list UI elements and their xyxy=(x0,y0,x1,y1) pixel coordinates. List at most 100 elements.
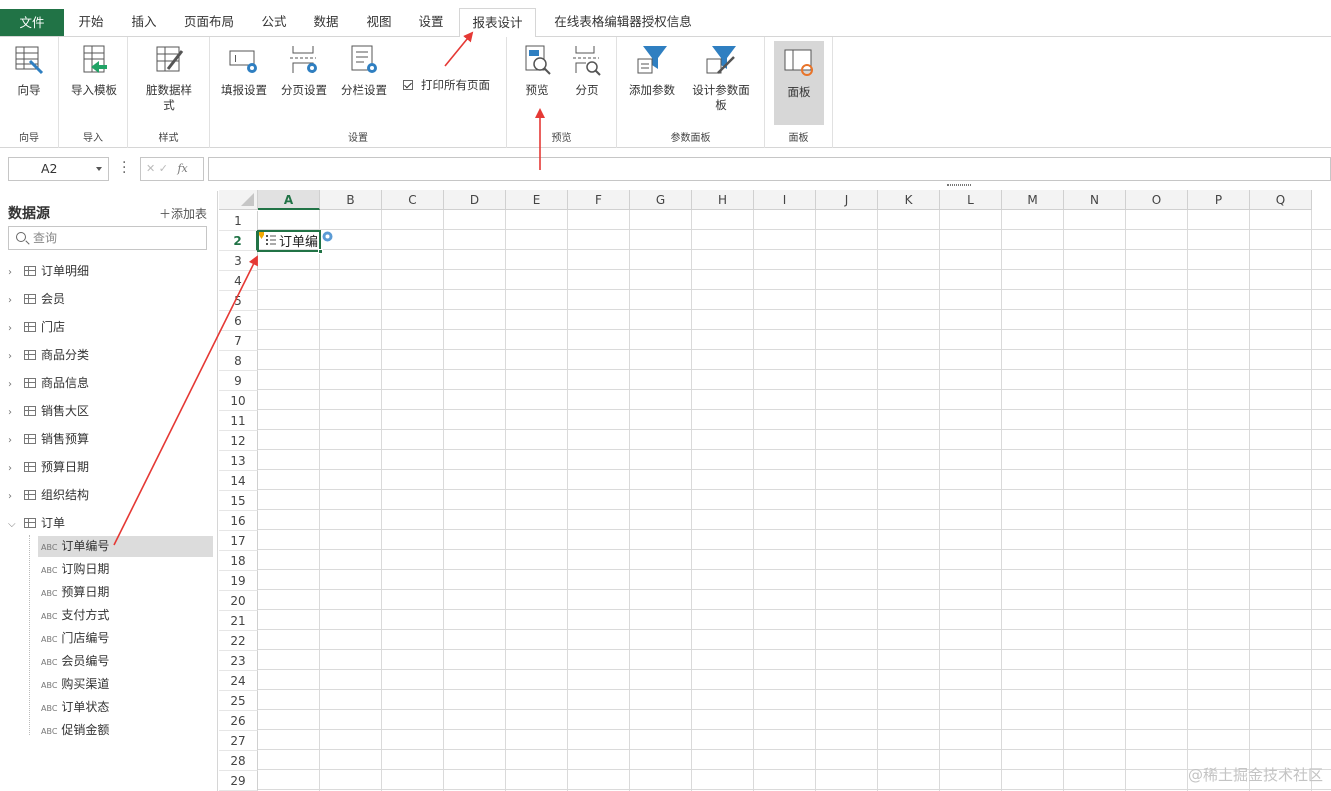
row-header[interactable]: 20 xyxy=(219,591,258,611)
field-item[interactable]: ABC 订购日期 xyxy=(38,559,213,580)
table-item[interactable]: › 订单明细 xyxy=(8,260,89,282)
column-header[interactable]: K xyxy=(878,190,940,210)
row-header[interactable]: 16 xyxy=(219,511,258,531)
design-param-panel-button[interactable]: 设计参数面板 xyxy=(687,43,755,113)
row-header[interactable]: 29 xyxy=(219,771,258,791)
name-box[interactable]: A2 xyxy=(8,157,109,181)
column-settings-button[interactable]: 分栏设置 xyxy=(336,43,392,98)
add-table-button[interactable]: ＋添加表 xyxy=(159,205,207,222)
spreadsheet-grid[interactable]: ABCDEFGHIJKLMNOPQ 1 2 3 4 5 6 7 8 9 10 11 12 13 14 15 1… xyxy=(219,190,1331,791)
field-item[interactable]: ABC 门店编号 xyxy=(38,628,213,649)
row-header[interactable]: 4 xyxy=(219,271,258,291)
wizard-button[interactable]: 向导 xyxy=(8,43,50,98)
tab-insert[interactable]: 插入 xyxy=(121,8,167,37)
row-header[interactable]: 22 xyxy=(219,631,258,651)
column-header[interactable]: Q xyxy=(1250,190,1312,210)
row-header[interactable]: 21 xyxy=(219,611,258,631)
table-item[interactable]: › 预算日期 xyxy=(8,456,89,478)
fill-handle[interactable] xyxy=(318,249,323,254)
row-header[interactable]: 13 xyxy=(219,451,258,471)
column-header[interactable]: M xyxy=(1002,190,1064,210)
tab-report-design[interactable]: 报表设计 xyxy=(459,8,536,38)
column-header[interactable]: L xyxy=(940,190,1002,210)
column-header[interactable]: O xyxy=(1126,190,1188,210)
table-item[interactable]: › 门店 xyxy=(8,316,65,338)
column-header[interactable]: I xyxy=(754,190,816,210)
column-header[interactable]: B xyxy=(320,190,382,210)
row-header[interactable]: 26 xyxy=(219,711,258,731)
import-template-button[interactable]: 导入模板 xyxy=(68,43,120,98)
field-item[interactable]: ABC 会员编号 xyxy=(38,651,213,672)
fill-settings-button[interactable]: I 填报设置 xyxy=(216,43,272,98)
column-header[interactable]: D xyxy=(444,190,506,210)
chevron-right-icon[interactable]: › xyxy=(8,402,20,424)
column-header[interactable]: E xyxy=(506,190,568,210)
tab-page-layout[interactable]: 页面布局 xyxy=(174,8,244,37)
field-item[interactable]: ABC 订单编号 xyxy=(38,536,213,557)
dirty-style-button[interactable]: 脏数据样式 xyxy=(142,43,196,113)
row-header[interactable]: 11 xyxy=(219,411,258,431)
tab-license-info[interactable]: 在线表格编辑器授权信息 xyxy=(544,8,702,37)
paging-settings-button[interactable]: 分页设置 xyxy=(276,43,332,98)
row-header[interactable]: 2 xyxy=(219,231,258,251)
cell-gear-icon[interactable] xyxy=(321,230,334,243)
field-item[interactable]: ABC 购买渠道 xyxy=(38,674,213,695)
paging-button[interactable]: 分页 xyxy=(565,43,609,98)
field-item[interactable]: ABC 预算日期 xyxy=(38,582,213,603)
row-header[interactable]: 12 xyxy=(219,431,258,451)
chevron-right-icon[interactable]: › xyxy=(8,486,20,508)
row-header[interactable]: 19 xyxy=(219,571,258,591)
tab-home[interactable]: 开始 xyxy=(68,8,114,37)
chevron-down-icon[interactable] xyxy=(96,167,102,171)
row-header[interactable]: 17 xyxy=(219,531,258,551)
column-header[interactable]: N xyxy=(1064,190,1126,210)
table-item[interactable]: › 销售预算 xyxy=(8,428,89,450)
row-header[interactable]: 6 xyxy=(219,311,258,331)
table-item[interactable]: › 商品分类 xyxy=(8,344,89,366)
chevron-right-icon[interactable]: › xyxy=(8,458,20,480)
row-header[interactable]: 7 xyxy=(219,331,258,351)
field-item[interactable]: ABC 订单状态 xyxy=(38,697,213,718)
table-item[interactable]: › 商品信息 xyxy=(8,372,89,394)
chevron-down-icon[interactable]: ⌵ xyxy=(8,514,20,536)
datasource-search-input[interactable]: 查询 xyxy=(8,226,207,250)
field-item[interactable]: ABC 促销金额 xyxy=(38,720,213,741)
fx-icon[interactable]: fx xyxy=(177,162,187,175)
resize-grip-icon[interactable] xyxy=(947,184,971,186)
chevron-right-icon[interactable]: › xyxy=(8,262,20,284)
row-header[interactable]: 23 xyxy=(219,651,258,671)
more-vertical-icon[interactable]: · · · xyxy=(122,156,126,180)
chevron-right-icon[interactable]: › xyxy=(8,318,20,340)
column-header[interactable]: P xyxy=(1188,190,1250,210)
row-header[interactable]: 1 xyxy=(219,211,258,231)
tab-formula[interactable]: 公式 xyxy=(251,8,297,37)
select-all-corner[interactable] xyxy=(219,190,258,210)
row-header[interactable]: 5 xyxy=(219,291,258,311)
add-param-button[interactable]: 添加参数 xyxy=(625,43,679,98)
table-item[interactable]: › 组织结构 xyxy=(8,484,89,506)
formula-input[interactable] xyxy=(208,157,1331,181)
column-header[interactable]: F xyxy=(568,190,630,210)
column-header[interactable]: C xyxy=(382,190,444,210)
chevron-right-icon[interactable]: › xyxy=(8,290,20,312)
column-header[interactable]: G xyxy=(630,190,692,210)
table-item[interactable]: › 销售大区 xyxy=(8,400,89,422)
row-header[interactable]: 9 xyxy=(219,371,258,391)
row-header[interactable]: 25 xyxy=(219,691,258,711)
tab-file[interactable]: 文件 xyxy=(0,9,64,36)
table-item[interactable]: ⌵ 订单 xyxy=(8,512,65,534)
row-header[interactable]: 14 xyxy=(219,471,258,491)
row-header[interactable]: 24 xyxy=(219,671,258,691)
print-all-pages-checkbox[interactable]: 打印所有页面 xyxy=(403,77,490,93)
row-header[interactable]: 28 xyxy=(219,751,258,771)
column-header[interactable]: A xyxy=(258,190,320,210)
table-item[interactable]: › 会员 xyxy=(8,288,65,310)
chevron-right-icon[interactable]: › xyxy=(8,346,20,368)
field-item[interactable]: ABC 支付方式 xyxy=(38,605,213,626)
tab-view[interactable]: 视图 xyxy=(356,8,402,37)
cell-area[interactable] xyxy=(258,210,1331,791)
column-header[interactable]: J xyxy=(816,190,878,210)
chevron-right-icon[interactable]: › xyxy=(8,430,20,452)
panel-toggle-button[interactable]: 面板 xyxy=(774,41,824,125)
row-header[interactable]: 27 xyxy=(219,731,258,751)
